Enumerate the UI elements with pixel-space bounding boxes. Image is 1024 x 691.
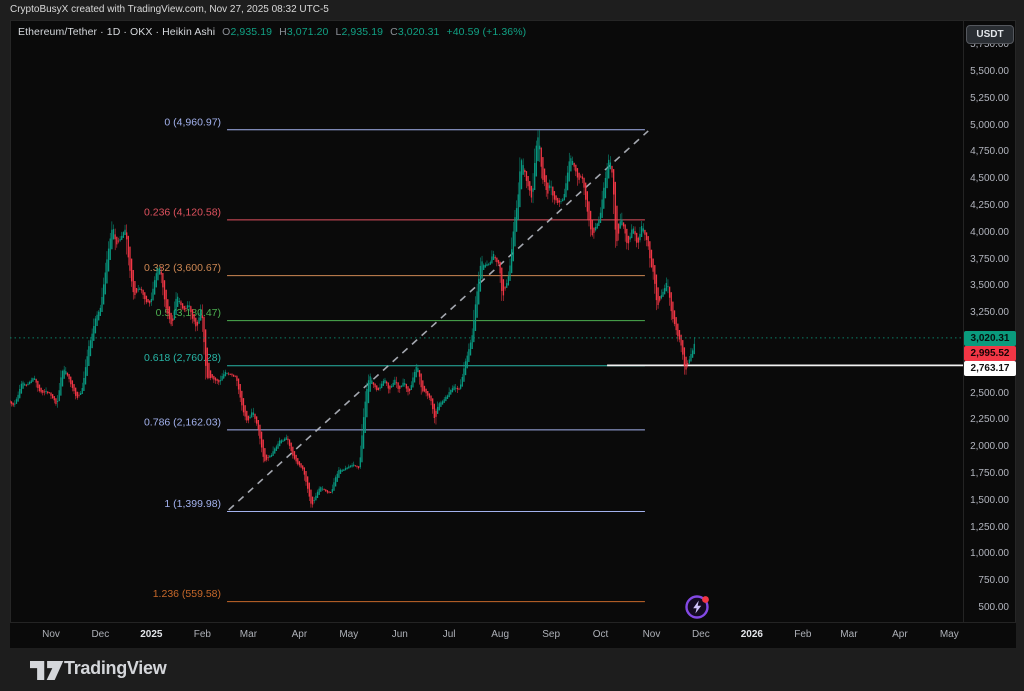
price-axis[interactable]: 5,750.005,500.005,250.005,000.004,750.00… [963, 20, 1016, 622]
price-tick: 2,000.00 [970, 441, 1009, 452]
price-tick: 5,500.00 [970, 66, 1009, 77]
candle-wicks-down [7, 147, 688, 507]
fib-label-1.236: 1.236 (559.58) [153, 588, 221, 600]
time-tick: Mar [240, 629, 257, 640]
ohlc-values: O2,935.19H3,071.20L2,935.19C3,020.31 [215, 26, 439, 38]
fib-label-0.786: 0.786 (2,162.03) [144, 416, 221, 428]
time-tick: Feb [794, 629, 811, 640]
time-tick: 2026 [741, 629, 763, 640]
ohlc-value: 3,020.31 [398, 26, 440, 38]
tradingview-chart-snapshot: CryptoBusyX created with TradingView.com… [0, 0, 1024, 691]
time-tick: Dec [692, 629, 710, 640]
price-tick: 3,500.00 [970, 280, 1009, 291]
price-tick: 2,250.00 [970, 414, 1009, 425]
price-tick: 4,750.00 [970, 146, 1009, 157]
price-tick: 500.00 [978, 602, 1009, 613]
time-tick: Sep [542, 629, 560, 640]
change-value: +40.59 (+1.36%) [447, 26, 527, 38]
fib-label-0.5: 0.5 (3,180.47) [156, 307, 221, 319]
price-tick: 4,500.00 [970, 173, 1009, 184]
time-tick: Feb [194, 629, 211, 640]
ohlc-value: 2,935.19 [230, 26, 272, 38]
time-tick: Aug [491, 629, 509, 640]
time-tick: Nov [643, 629, 661, 640]
price-tag: 3,020.31 [964, 331, 1016, 346]
fib-label-1: 1 (1,399.98) [164, 498, 221, 510]
time-tick: Mar [840, 629, 857, 640]
ohlc-label: C [390, 26, 398, 38]
time-tick: Dec [91, 629, 109, 640]
time-axis[interactable]: Nov Dec 2025 Feb Mar Apr May Jun Jul Aug Sep Oct Nov… [10, 622, 1016, 648]
time-tick: Apr [892, 629, 908, 640]
time-tick: Nov [42, 629, 60, 640]
price-tick: 1,500.00 [970, 495, 1009, 506]
price-tick: 5,250.00 [970, 93, 1009, 104]
candle-bodies-up [14, 137, 695, 501]
time-tick: Apr [292, 629, 308, 640]
ohlc-label: H [279, 26, 287, 38]
fib-label-0: 0 (4,960.97) [164, 116, 221, 128]
price-tick: 750.00 [978, 575, 1009, 586]
price-tick: 3,750.00 [970, 254, 1009, 265]
price-tick: 1,250.00 [970, 522, 1009, 533]
time-tick: Jun [392, 629, 408, 640]
symbol-title[interactable]: Ethereum/Tether · 1D · OKX · Heikin Ashi [18, 26, 215, 38]
price-tick: 4,000.00 [970, 227, 1009, 238]
price-tick: 2,500.00 [970, 388, 1009, 399]
time-tick: Jul [443, 629, 456, 640]
fib-label-0.236: 0.236 (4,120.58) [144, 206, 221, 218]
fib-label-0.382: 0.382 (3,600.67) [144, 262, 221, 274]
price-chart[interactable]: 0 (4,960.97) 0.236 (4,120.58) 0.382 (3,600… [0, 0, 1024, 691]
time-tick: May [940, 629, 959, 640]
chart-legend: Ethereum/Tether · 1D · OKX · Heikin Ashi… [18, 26, 526, 38]
price-tick: 4,250.00 [970, 200, 1009, 211]
price-tag: 2,763.17 [964, 361, 1016, 376]
fib-label-0.618: 0.618 (2,760.28) [144, 352, 221, 364]
time-tick: 2025 [140, 629, 162, 640]
price-tick: 3,250.00 [970, 307, 1009, 318]
price-tag: 2,995.52 [964, 346, 1016, 361]
time-tick: May [339, 629, 358, 640]
candle-wicks-up [15, 130, 694, 503]
flash-badge-icon[interactable] [683, 592, 713, 622]
currency-toggle-button[interactable]: USDT [966, 25, 1014, 44]
candle-bodies-down [6, 147, 688, 504]
time-tick: Oct [593, 629, 609, 640]
price-tick: 1,750.00 [970, 468, 1009, 479]
ohlc-value: 2,935.19 [341, 26, 383, 38]
price-tick: 5,000.00 [970, 120, 1009, 131]
ohlc-value: 3,071.20 [287, 26, 329, 38]
price-tick: 1,000.00 [970, 548, 1009, 559]
